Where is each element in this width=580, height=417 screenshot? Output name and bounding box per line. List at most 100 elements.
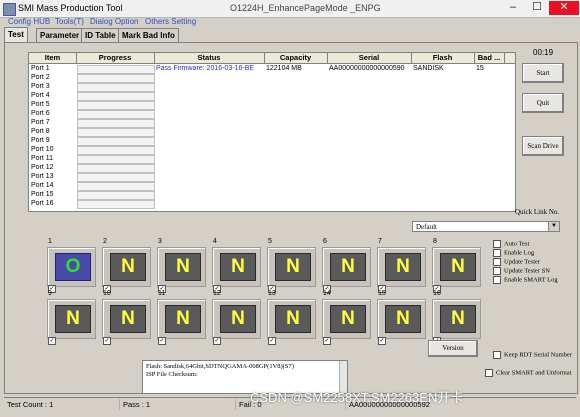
cell-capacity — [266, 100, 327, 109]
slot-checkbox[interactable]: ✓ — [213, 337, 221, 345]
tab-id-table[interactable]: ID Table — [81, 28, 120, 42]
port-slot[interactable]: 6 N ✓ — [322, 238, 372, 293]
table-row[interactable]: Port 8 — [29, 127, 515, 137]
option-keep-rdt-serial[interactable]: Keep RDT Serial Number — [493, 351, 572, 359]
port-slot[interactable]: 16 N✓ — [432, 290, 482, 345]
drive-status-icon[interactable]: N — [330, 305, 366, 333]
checkbox[interactable] — [493, 267, 501, 275]
option-update-tester[interactable]: Update Tester — [493, 258, 540, 266]
col-bad[interactable]: Bad ... — [474, 53, 505, 63]
port-slot[interactable]: 2 N ✓ — [102, 238, 152, 293]
col-item[interactable]: Item — [29, 53, 77, 63]
option-update-tester-sn[interactable]: Update Tester SN — [493, 267, 550, 275]
table-row[interactable]: Port 9 — [29, 136, 515, 146]
table-row[interactable]: Port 5 — [29, 100, 515, 110]
minimize-icon[interactable]: – — [501, 1, 525, 15]
checkbox[interactable] — [485, 369, 493, 377]
quick-link-select[interactable]: Default ▼ — [412, 221, 560, 232]
col-capacity[interactable]: Capacity — [264, 53, 328, 63]
tab-test[interactable]: Test — [4, 27, 28, 42]
slot-checkbox[interactable]: ✓ — [48, 337, 56, 345]
checkbox[interactable] — [493, 276, 501, 284]
table-row[interactable]: Port 3 — [29, 82, 515, 92]
col-flash[interactable]: Flash — [411, 53, 475, 63]
scan-drive-button[interactable]: Scan Drive — [522, 136, 564, 156]
checkbox[interactable] — [493, 240, 501, 248]
table-row[interactable]: Port 16 — [29, 199, 515, 209]
cell-capacity — [266, 118, 327, 127]
drive-status-icon[interactable]: N — [330, 253, 366, 281]
menu-dialog-option[interactable]: Dialog Option — [90, 17, 138, 26]
slot-number: 6 — [323, 238, 327, 245]
option-enable-smart-log[interactable]: Enable SMART Log — [493, 276, 558, 284]
port-slot[interactable]: 11 N ✓ — [157, 290, 207, 345]
checkbox[interactable] — [493, 351, 501, 359]
option-enable-log[interactable]: Enable Log — [493, 249, 534, 257]
drive-status-icon[interactable]: N — [385, 305, 421, 333]
start-button[interactable]: Start — [522, 63, 564, 83]
port-slot[interactable]: 10 N ✓ — [102, 290, 152, 345]
slot-checkbox[interactable]: ✓ — [103, 337, 111, 345]
port-slot[interactable]: 8 N ✓ — [432, 238, 482, 293]
port-slot[interactable]: 7 N ✓ — [377, 238, 427, 293]
port-slot[interactable]: 14 N ✓ — [322, 290, 372, 345]
port-slot[interactable]: 4 N ✓ — [212, 238, 262, 293]
drive-status-icon[interactable]: N — [275, 305, 311, 333]
drive-status-icon[interactable]: N — [440, 305, 476, 333]
slot-checkbox[interactable]: ✓ — [268, 337, 276, 345]
menu-bar: Config HUB Tools(T) Dialog Option Others… — [0, 17, 580, 28]
table-row[interactable]: Port 2 — [29, 73, 515, 83]
menu-config-hub[interactable]: Config HUB — [8, 17, 50, 26]
port-slot[interactable]: 12 N ✓ — [212, 290, 262, 345]
drive-status-icon[interactable]: N — [165, 253, 201, 281]
dropdown-arrow-icon[interactable]: ▼ — [548, 222, 559, 231]
table-row[interactable]: Port 7 — [29, 118, 515, 128]
col-progress[interactable]: Progress — [76, 53, 155, 63]
port-slot[interactable]: 9 N ✓ — [47, 290, 97, 345]
slot-checkbox[interactable]: ✓ — [323, 337, 331, 345]
checkbox[interactable] — [493, 258, 501, 266]
table-row[interactable]: Port 14 — [29, 181, 515, 191]
col-status[interactable]: Status — [154, 53, 265, 63]
drive-status-icon[interactable]: O — [55, 253, 91, 281]
drive-status-icon[interactable]: N — [110, 253, 146, 281]
drive-status-icon[interactable]: N — [110, 305, 146, 333]
menu-tools[interactable]: Tools(T) — [55, 17, 84, 26]
table-row[interactable]: Port 10 — [29, 145, 515, 155]
maximize-icon[interactable]: ☐ — [525, 1, 549, 15]
drive-status-icon[interactable]: N — [220, 253, 256, 281]
drive-status-icon[interactable]: N — [165, 305, 201, 333]
port-table[interactable]: Item Progress Status Capacity Serial Fla… — [28, 52, 516, 212]
port-slot[interactable]: 5 N ✓ — [267, 238, 317, 293]
option-clear-smart[interactable]: Clear SMART and Unformat — [485, 369, 572, 377]
table-row[interactable]: Port 1 Pass Firmware: 2016-03-16-BE 122104… — [29, 64, 515, 74]
table-row[interactable]: Port 6 — [29, 109, 515, 119]
drive-status-icon[interactable]: N — [220, 305, 256, 333]
port-slot[interactable]: 13 N ✓ — [267, 290, 317, 345]
slot-checkbox[interactable]: ✓ — [158, 337, 166, 345]
cell-capacity — [266, 172, 327, 181]
table-row[interactable]: Port 12 — [29, 163, 515, 173]
drive-status-icon[interactable]: N — [275, 253, 311, 281]
port-slot[interactable]: 15 N ✓ — [377, 290, 427, 345]
table-row[interactable]: Port 15 — [29, 190, 515, 200]
version-button[interactable]: Version — [428, 340, 478, 357]
port-slot[interactable]: 3 N ✓ — [157, 238, 207, 293]
drive-status-icon[interactable]: N — [440, 253, 476, 281]
drive-status-icon[interactable]: N — [385, 253, 421, 281]
close-icon[interactable]: ✕ — [549, 1, 579, 15]
menu-others-setting[interactable]: Others Setting — [145, 17, 196, 26]
tab-mark-bad-info[interactable]: Mark Bad Info — [118, 28, 179, 42]
option-auto-test[interactable]: Auto Test — [493, 240, 529, 248]
port-slot[interactable]: 1 O ✓ — [47, 238, 97, 293]
slot-checkbox[interactable]: ✓ — [378, 337, 386, 345]
table-row[interactable]: Port 13 — [29, 172, 515, 182]
cell-bad — [476, 181, 504, 190]
table-row[interactable]: Port 11 — [29, 154, 515, 164]
quit-button[interactable]: Quit — [522, 93, 564, 113]
drive-status-icon[interactable]: N — [55, 305, 91, 333]
table-row[interactable]: Port 4 — [29, 91, 515, 101]
col-serial[interactable]: Serial — [327, 53, 412, 63]
checkbox[interactable] — [493, 249, 501, 257]
tab-parameter[interactable]: Parameter — [36, 28, 84, 42]
